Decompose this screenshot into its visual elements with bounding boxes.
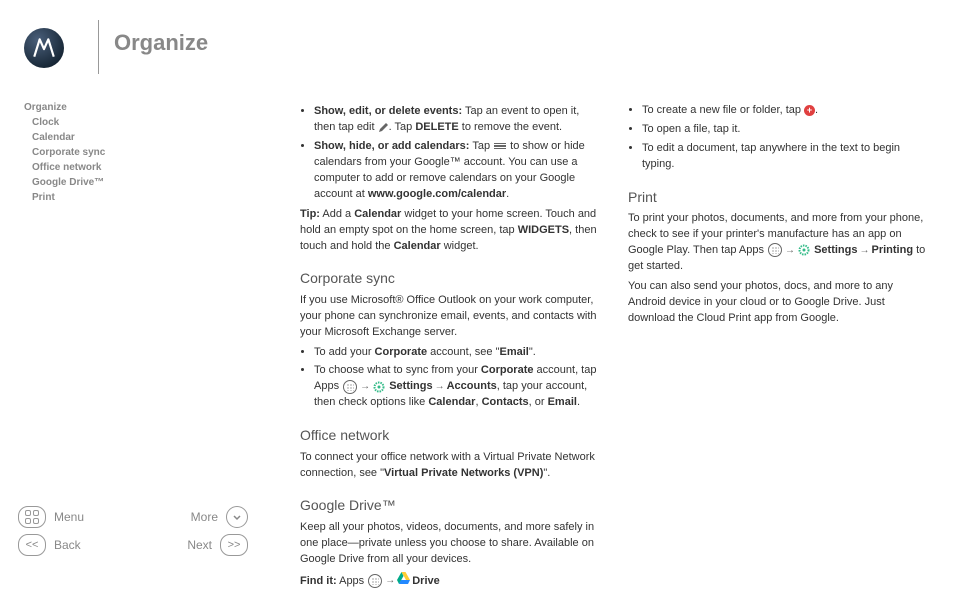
list-item: To open a file, tap it. [642,122,930,138]
toc-item[interactable]: Office network [24,160,105,175]
more-button[interactable]: More [178,506,248,528]
menu-label: Menu [54,510,84,524]
bold-text: Printing [872,244,914,256]
table-of-contents: Organize Clock Calendar Corporate sync O… [24,100,105,205]
bold-text: Tip: [300,208,320,220]
toc-item[interactable]: Calendar [24,130,105,145]
paragraph: To connect your office network with a Vi… [300,450,602,482]
more-label: More [191,510,218,524]
paragraph: If you use Microsoft® Office Outlook on … [300,293,602,341]
footer-nav: Menu More << Back Next >> [18,506,248,556]
toc-section[interactable]: Organize [24,100,105,115]
list-item: To choose what to sync from your Corpora… [314,363,602,411]
list-item: Show, edit, or delete events: Tap an eve… [314,104,602,136]
menu-button[interactable]: Menu [18,506,88,528]
arrow-icon: → [860,244,870,259]
bold-text: Calendar [354,208,401,220]
toc-item[interactable]: Print [24,190,105,205]
bold-text: Show, hide, or add calendars: [314,140,469,152]
find-it-line: Find it: Apps →Drive [300,572,602,590]
tip-paragraph: Tip: Add a Calendar widget to your home … [300,207,602,255]
gear-icon [373,381,385,393]
list-item: To edit a document, tap anywhere in the … [642,141,930,173]
heading-print: Print [628,187,930,207]
toc-item[interactable]: Google Drive™ [24,175,105,190]
paragraph: You can also send your photos, docs, and… [628,279,930,327]
column-1: Show, edit, or delete events: Tap an eve… [300,100,602,556]
bold-text: Contacts [482,396,529,408]
arrow-icon: → [785,244,795,259]
list-item: To add your Corporate account, see "Emai… [314,345,602,361]
bold-text: Drive [412,574,440,586]
paragraph: Keep all your photos, videos, documents,… [300,520,602,568]
bold-text: DELETE [415,121,458,133]
edit-icon [378,122,389,133]
list-item: To create a new file or folder, tap +. [642,103,930,119]
bold-text: Settings [814,244,857,256]
toc-item[interactable]: Corporate sync [24,145,105,160]
bold-text: www.google.com/calendar [368,188,506,200]
toc-item[interactable]: Clock [24,115,105,130]
motorola-logo [24,28,64,68]
heading-office-network: Office network [300,425,602,445]
arrow-icon: → [360,380,370,395]
arrow-icon: → [435,380,445,395]
bold-text: Find it: [300,574,337,586]
menu-icon [494,143,506,150]
page-title: Organize [114,30,208,56]
add-icon: + [804,105,815,116]
list-item: Show, hide, or add calendars: Tap to sho… [314,139,602,203]
bold-text: Corporate [481,364,534,376]
next-label: Next [187,538,212,552]
bold-text: Email [548,396,577,408]
paragraph: To print your photos, documents, and mor… [628,211,930,275]
gear-icon [798,244,810,256]
bold-text: Virtual Private Networks (VPN) [384,467,543,479]
heading-google-drive: Google Drive™ [300,495,602,515]
next-button[interactable]: Next >> [178,534,248,556]
bold-text: Accounts [447,380,497,392]
content-area: Show, edit, or delete events: Tap an eve… [300,100,930,556]
bold-text: Calendar [428,396,475,408]
back-button[interactable]: << Back [18,534,88,556]
drive-icon [397,572,410,590]
bold-text: Email [500,346,529,358]
back-label: Back [54,538,81,552]
header-divider [98,20,99,74]
bold-text: Show, edit, or delete events: [314,105,462,117]
apps-icon [768,243,782,257]
column-2: To create a new file or folder, tap +. T… [628,100,930,556]
bold-text: WIDGETS [518,224,569,236]
apps-icon [343,380,357,394]
bold-text: Corporate [375,346,428,358]
bold-text: Calendar [394,240,441,252]
arrow-icon: → [385,574,395,589]
heading-corporate-sync: Corporate sync [300,268,602,288]
bold-text: Settings [389,380,432,392]
